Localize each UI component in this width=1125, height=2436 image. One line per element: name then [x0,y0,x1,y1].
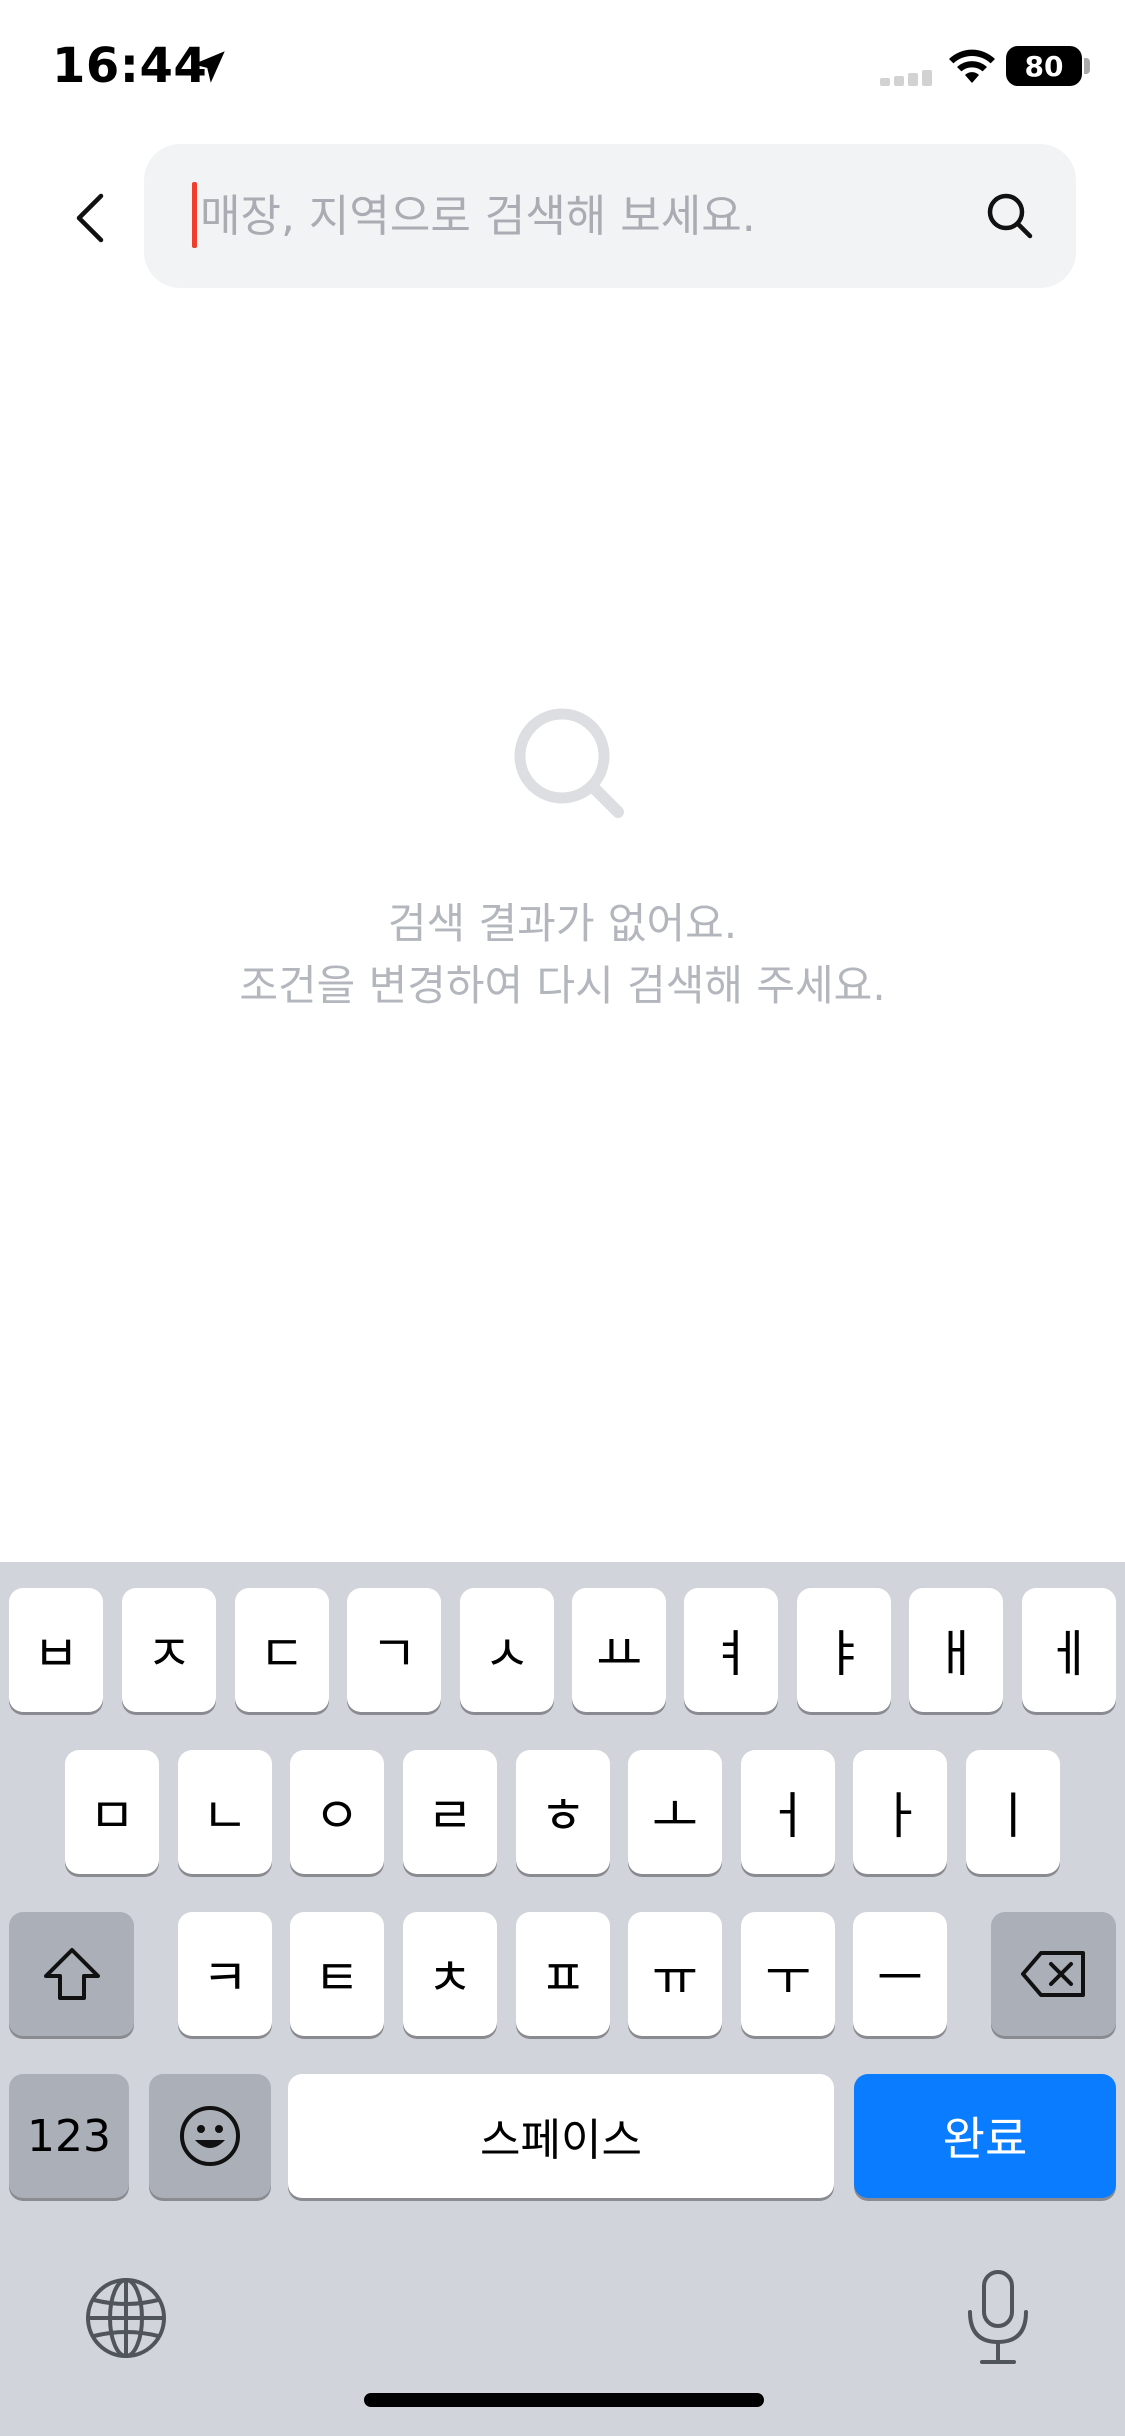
space-key-label: 스페이스 [480,2115,642,2166]
done-key[interactable]: 완료 [854,2074,1116,2198]
numbers-key-label: 123 [27,2110,111,2162]
key-r1-1[interactable]: ㅈ [122,1588,216,1712]
key-label: ㅋ [202,1949,248,2007]
key-label: ㄷ [259,1625,305,1683]
key-label: ㅜ [765,1949,811,2007]
key-label: ㅎ [540,1787,586,1845]
numbers-key[interactable]: 123 [9,2074,129,2198]
key-label: ㅊ [427,1949,473,2007]
battery-level: 80 [1024,49,1064,83]
key-label: ㅣ [990,1787,1036,1845]
search-bar[interactable] [144,144,1076,288]
shift-icon [43,1948,100,2000]
delete-key[interactable] [991,1912,1116,2036]
key-r1-3[interactable]: ㄱ [347,1588,441,1712]
empty-state-subtitle: 조건을 변경하여 다시 검색해 주세요. [239,961,886,1010]
key-label: ㅕ [708,1625,754,1683]
key-label: ㅓ [765,1787,811,1845]
status-bar: 16:44 80 [0,0,1125,140]
empty-state-title: 검색 결과가 없어요. [387,899,738,948]
globe-button[interactable] [82,2274,170,2362]
key-r2-8[interactable]: ㅣ [966,1750,1060,1874]
shift-key[interactable] [9,1912,134,2036]
key-label: ㄱ [371,1625,417,1683]
status-time: 16:44 [52,38,208,94]
wifi-icon [949,49,995,83]
key-r3-4[interactable]: ㅠ [628,1912,722,2036]
key-r2-7[interactable]: ㅏ [853,1750,947,1874]
backspace-icon [1020,1951,1085,1997]
key-label: ㅔ [1046,1625,1092,1683]
key-label: ㅡ [877,1949,923,2007]
key-r1-5[interactable]: ㅛ [572,1588,666,1712]
battery-tip [1084,58,1090,74]
key-r2-3[interactable]: ㄹ [403,1750,497,1874]
key-r1-4[interactable]: ㅅ [460,1588,554,1712]
key-label: ㅍ [540,1949,586,2007]
key-label: ㅏ [877,1787,923,1845]
key-r2-6[interactable]: ㅓ [741,1750,835,1874]
key-label: ㅑ [821,1625,867,1683]
back-button[interactable] [60,178,120,258]
cellular-signal-icon [880,68,936,86]
home-indicator [364,2393,764,2407]
dictation-button[interactable] [956,2268,1040,2368]
chevron-left-icon [76,193,104,243]
key-r3-2[interactable]: ㅊ [403,1912,497,2036]
key-r2-1[interactable]: ㄴ [178,1750,272,1874]
search-button[interactable] [974,180,1046,252]
key-label: ㅂ [33,1625,79,1683]
key-r3-6[interactable]: ㅡ [853,1912,947,2036]
battery-icon: 80 [1006,46,1082,86]
key-r3-0[interactable]: ㅋ [178,1912,272,2036]
key-label: ㅁ [89,1787,135,1845]
text-caret [192,182,197,248]
key-r1-7[interactable]: ㅑ [797,1588,891,1712]
location-arrow-icon [193,51,225,83]
space-key[interactable]: 스페이스 [288,2074,834,2198]
globe-icon [86,2278,166,2358]
key-label: ㅌ [314,1949,360,2007]
key-label: ㅐ [933,1625,979,1683]
key-label: ㄹ [427,1787,473,1845]
search-input[interactable] [192,174,952,258]
search-icon [987,193,1033,239]
emoji-key[interactable] [149,2074,271,2198]
key-r1-6[interactable]: ㅕ [684,1588,778,1712]
key-r1-8[interactable]: ㅐ [909,1588,1003,1712]
empty-search-icon [514,708,624,818]
done-key-label: 완료 [942,2112,1028,2166]
key-label: ㄴ [202,1787,248,1845]
key-r2-2[interactable]: ㅇ [290,1750,384,1874]
emoji-icon [180,2106,240,2166]
key-label: ㅇ [314,1787,360,1845]
key-label: ㅈ [146,1625,192,1683]
key-r3-1[interactable]: ㅌ [290,1912,384,2036]
key-label: ㅛ [596,1625,642,1683]
keyboard: ㅂ ㅈ ㄷ ㄱ ㅅ ㅛ ㅕ ㅑ ㅐ ㅔ ㅁ ㄴ ㅇ ㄹ ㅎ ㅗ ㅓ ㅏ ㅣ ㅋ … [0,1562,1125,2436]
key-r2-4[interactable]: ㅎ [516,1750,610,1874]
key-label: ㅗ [652,1787,698,1845]
key-label: ㅠ [652,1949,698,2007]
key-r1-2[interactable]: ㄷ [235,1588,329,1712]
key-r1-9[interactable]: ㅔ [1022,1588,1116,1712]
microphone-icon [968,2270,1028,2364]
key-r3-5[interactable]: ㅜ [741,1912,835,2036]
key-r1-0[interactable]: ㅂ [9,1588,103,1712]
key-r2-0[interactable]: ㅁ [65,1750,159,1874]
key-r3-3[interactable]: ㅍ [516,1912,610,2036]
key-r2-5[interactable]: ㅗ [628,1750,722,1874]
key-label: ㅅ [484,1625,530,1683]
